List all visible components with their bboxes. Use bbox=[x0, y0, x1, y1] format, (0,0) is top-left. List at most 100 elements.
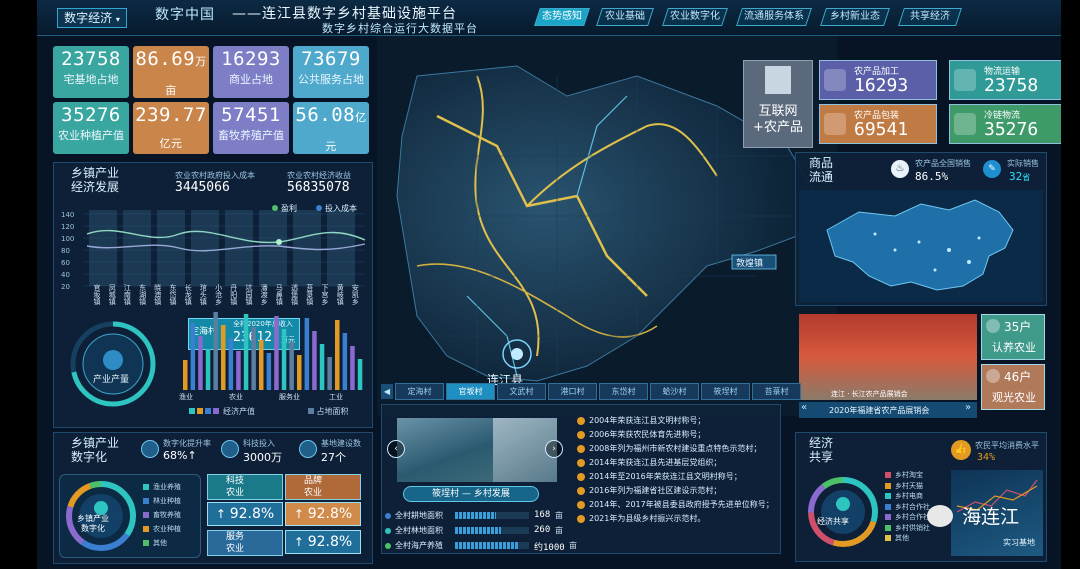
honor-item: 2006年荣获农民体育先进称号； bbox=[577, 428, 777, 442]
village-bar-value: 260 bbox=[534, 525, 551, 535]
tag-tile[interactable]: 35户 认养农业 bbox=[981, 314, 1045, 360]
nav-tab-situation[interactable]: 态势感知 bbox=[534, 8, 590, 26]
land-stat-tile[interactable]: 35276 农业种植产值 bbox=[53, 102, 129, 154]
bar-mark bbox=[319, 344, 325, 390]
village-bar-value: 168 bbox=[534, 510, 551, 520]
legend-label: 渔业养殖 bbox=[153, 483, 181, 491]
village-tab[interactable]: 蛤沙村 bbox=[650, 383, 699, 400]
honor-item: 2008年列为福州市新农村建设重点特色示范村； bbox=[577, 442, 777, 456]
land-stat-tile[interactable]: 23758 宅基地占地 bbox=[53, 46, 129, 98]
land-stat-tile[interactable]: 239.77亿元渔业养殖产值 bbox=[133, 102, 209, 154]
nav-tab-agri-base[interactable]: 农业基础 bbox=[596, 8, 654, 26]
legend-swatch bbox=[885, 493, 891, 499]
honor-item: 2004年荣获连江县文明村称号； bbox=[577, 414, 777, 428]
village-bar-fill bbox=[455, 527, 501, 534]
star-icon bbox=[577, 416, 585, 425]
digital-stat-value: 68%↑ bbox=[163, 449, 197, 462]
bar-mark bbox=[236, 351, 241, 390]
exhibit-prev-button[interactable]: « bbox=[801, 402, 807, 413]
digital-stat-label: 数字化提升率 bbox=[163, 439, 211, 448]
village-tab[interactable]: 官坂村 bbox=[446, 383, 495, 400]
atom-icon bbox=[141, 440, 159, 458]
bar-mark bbox=[350, 346, 355, 390]
up-arrow-icon: ↑ bbox=[215, 507, 230, 521]
village-tab[interactable]: 东岱村 bbox=[599, 383, 648, 400]
star-icon bbox=[577, 486, 585, 495]
bar-row-dot bbox=[385, 543, 391, 549]
tag-tile[interactable]: 46户 观光农业 bbox=[981, 364, 1045, 410]
nav-tab-agri-digital[interactable]: 农业数字化 bbox=[662, 8, 728, 26]
logistics-tile[interactable]: 物流运输 23758 bbox=[949, 60, 1061, 100]
china-sales-map[interactable] bbox=[799, 190, 1043, 302]
economy-title: 乡镇产业 经济发展 bbox=[71, 166, 120, 194]
village-bar-unit: 亩 bbox=[555, 526, 563, 535]
village-tab[interactable]: 苔菉村 bbox=[752, 383, 801, 400]
village-tab[interactable]: 文武村 bbox=[497, 383, 546, 400]
village-tab[interactable]: 港口村 bbox=[548, 383, 597, 400]
village-tab[interactable]: 定海村 bbox=[395, 383, 444, 400]
bar-category-label: 农业 bbox=[229, 393, 243, 401]
honor-text: 2014年、2017年被县委县政府授予先进单位称号； bbox=[589, 500, 774, 509]
bar-mark bbox=[335, 320, 340, 390]
tractor-icon bbox=[221, 440, 239, 458]
land-stat-unit: 亿元 bbox=[159, 137, 183, 150]
digital-stat-value: 3000万 bbox=[243, 451, 282, 464]
town-label: 坑园镇 bbox=[245, 284, 253, 305]
land-stat-number: 73679 bbox=[301, 48, 361, 70]
village-tabs-prev[interactable]: ◀ bbox=[381, 384, 393, 399]
card-value: 92.8% bbox=[229, 506, 275, 522]
town-label: 小沧乡 bbox=[214, 284, 223, 305]
service-agri-card[interactable]: 服务 农业 bbox=[207, 530, 283, 556]
town-label: 黄岐镇 bbox=[336, 284, 345, 305]
logistics-tile[interactable]: 农产品加工 16293 bbox=[819, 60, 937, 100]
bar-mark bbox=[289, 342, 294, 390]
bar-mark bbox=[183, 360, 188, 390]
nav-tab-new-business[interactable]: 乡村新业态 bbox=[820, 8, 890, 26]
nav-tab-shared-economy[interactable]: 共享经济 bbox=[898, 8, 962, 26]
honor-text: 2004年荣获连江县文明村称号； bbox=[589, 416, 706, 425]
circulation-title: 商品 流通 bbox=[809, 156, 834, 184]
shared-legend-item: 乡村供销社 bbox=[885, 523, 930, 534]
header-subtitle: 数字乡村综合运行大数据平台 bbox=[322, 22, 478, 35]
nav-tab-circulation[interactable]: 流通服务体系 bbox=[736, 8, 812, 26]
tag-icon bbox=[986, 319, 1000, 333]
card-value: 92.8% bbox=[307, 534, 353, 550]
legend-item: 其他 bbox=[143, 536, 181, 550]
logistics-value: 35276 bbox=[984, 119, 1039, 140]
gallery-next-button[interactable]: › bbox=[545, 440, 563, 458]
bar-category-label: 渔业 bbox=[179, 393, 193, 401]
village-bar-label: 全村耕地面积 bbox=[395, 511, 443, 520]
y-tick-label: 40 bbox=[61, 271, 70, 279]
village-tab[interactable]: 筱埕村 bbox=[701, 383, 750, 400]
circulation-stat1-label: 农产品全国销售 bbox=[915, 159, 971, 168]
exhibition-photo bbox=[799, 314, 977, 400]
village-photo bbox=[397, 418, 493, 482]
sales-icon: ✎ bbox=[983, 160, 1001, 178]
logistics-tile[interactable]: 农产品包装 69541 bbox=[819, 104, 937, 144]
village-bar-fill bbox=[455, 512, 496, 519]
bar-mark bbox=[213, 312, 218, 390]
shared-legend-item: 乡村合作社 bbox=[885, 502, 930, 513]
land-stat-tile[interactable]: 57451 畜牧养殖产值 bbox=[213, 102, 289, 154]
land-stat-tile[interactable]: 73679 公共服务占地 bbox=[293, 46, 369, 98]
land-stat-tile[interactable]: 86.69万亩森林占地 bbox=[133, 46, 209, 98]
menu-dropdown[interactable]: 数字经济 ▾ bbox=[57, 8, 127, 28]
logistics-tile[interactable]: 冷链物流 35276 bbox=[949, 104, 1061, 144]
village-bar-fill bbox=[455, 542, 518, 549]
bar-mark bbox=[259, 340, 264, 390]
exhibit-next-button[interactable]: » bbox=[965, 402, 971, 413]
chart-column bbox=[259, 210, 287, 286]
legend-label: 乡村合作社 bbox=[895, 502, 930, 511]
land-stat-value: 239.77 亿元 bbox=[133, 102, 209, 154]
brand-agri-card[interactable]: 品牌 农业 bbox=[285, 474, 361, 500]
town-label: 潘渡乡 bbox=[260, 284, 269, 305]
land-stat-tile[interactable]: 16293 商业占地 bbox=[213, 46, 289, 98]
y-tick-label: 80 bbox=[61, 247, 70, 255]
village-bar-label: 全村海产养殖 bbox=[395, 541, 443, 550]
land-stat-tile[interactable]: 56.08亿元工业/商业产值 bbox=[293, 102, 369, 154]
gallery-prev-button[interactable]: ‹ bbox=[387, 440, 405, 458]
tech-agri-card[interactable]: 科技 农业 bbox=[207, 474, 283, 500]
building-icon bbox=[765, 66, 791, 94]
land-stat-number: 16293 bbox=[221, 48, 281, 70]
tag-value: 46户 bbox=[1004, 370, 1032, 384]
